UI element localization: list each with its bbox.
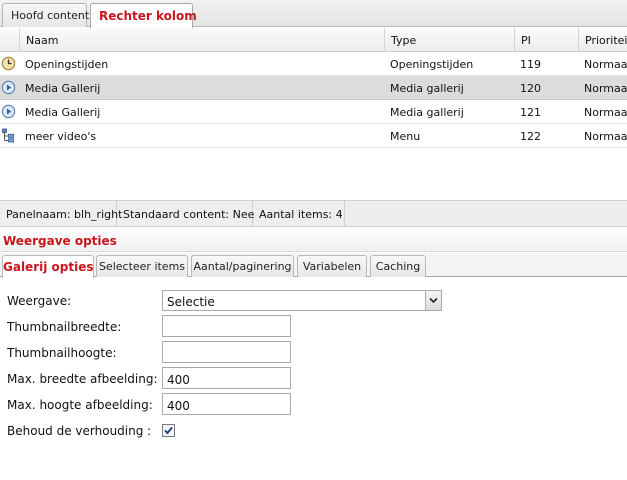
cell-prioriteit: Normaal — [584, 58, 627, 71]
cell-pi: 119 — [520, 58, 541, 71]
form-row-max-hoogte: Max. hoogte afbeelding: — [0, 393, 627, 417]
header-type[interactable]: Type — [384, 28, 514, 52]
weergave-select[interactable]: Selectie — [162, 290, 442, 311]
cell-type: Media gallerij — [390, 82, 464, 95]
tab-variabelen[interactable]: Variabelen — [297, 255, 367, 277]
cell-prioriteit: Normaal — [584, 106, 627, 119]
max-hoogte-label: Max. hoogte afbeelding: — [7, 398, 153, 412]
cell-type: Openingstijden — [390, 58, 474, 71]
status-standaard-content: Standaard content: Nee — [117, 201, 254, 227]
cell-pi: 121 — [520, 106, 541, 119]
cell-naam: Openingstijden — [25, 58, 109, 71]
max-breedte-label: Max. breedte afbeelding: — [7, 372, 158, 386]
weergave-label: Weergave: — [7, 294, 72, 308]
form-row-weergave: Weergave: Selectie — [0, 289, 627, 313]
max-breedte-input[interactable] — [162, 367, 291, 389]
clock-icon — [1, 56, 16, 71]
tab-aantal-paginering[interactable]: Aantal/paginering — [191, 255, 294, 277]
tab-caching[interactable]: Caching — [370, 255, 426, 277]
tab-rechter-kolom[interactable]: Rechter kolom — [90, 3, 197, 28]
max-hoogte-input[interactable] — [162, 393, 291, 415]
play-icon — [1, 80, 16, 95]
behoud-verhouding-label: Behoud de verhouding : — [7, 424, 152, 438]
thumbnailhoogte-label: Thumbnailhoogte: — [7, 346, 117, 360]
checkmark-icon — [164, 426, 173, 435]
header-pi[interactable]: PI — [514, 28, 578, 52]
thumbnailhoogte-input[interactable] — [162, 341, 291, 363]
table-row[interactable]: Media Gallerij Media gallerij 120 Normaa… — [0, 76, 627, 100]
status-panelnaam: Panelnaam: blh_right — [0, 201, 122, 227]
weergave-selected-value: Selectie — [167, 295, 215, 309]
cell-naam: Media Gallerij — [25, 106, 101, 119]
section-title: Weergave opties — [0, 228, 627, 252]
cell-pi: 122 — [520, 130, 541, 143]
form-row-thumbnailbreedte: Thumbnailbreedte: — [0, 315, 627, 339]
cell-naam: Media Gallerij — [25, 82, 101, 95]
header-naam[interactable]: Naam — [19, 28, 385, 52]
status-bar: Panelnaam: blh_right Standaard content: … — [0, 201, 627, 227]
status-aantal-items: Aantal items: 4 — [253, 201, 345, 227]
top-tab-bar: Hoofd content Rechter kolom — [0, 0, 627, 28]
table-row[interactable]: meer video's Menu 122 Normaal — [0, 124, 627, 148]
form-row-behoud-verhouding: Behoud de verhouding : — [0, 419, 627, 443]
behoud-verhouding-checkbox[interactable] — [162, 424, 175, 437]
menu-tree-icon — [1, 128, 16, 143]
play-icon — [1, 104, 16, 119]
tab-galerij-opties[interactable]: Galerij opties — [2, 255, 94, 278]
thumbnailbreedte-input[interactable] — [162, 315, 291, 337]
cell-type: Media gallerij — [390, 106, 464, 119]
cell-naam: meer video's — [25, 130, 97, 143]
thumbnailbreedte-label: Thumbnailbreedte: — [7, 320, 122, 334]
form-row-thumbnailhoogte: Thumbnailhoogte: — [0, 341, 627, 365]
options-tab-bar: Galerij opties Selecteer items Aantal/pa… — [0, 253, 627, 278]
table-empty-area — [0, 149, 627, 201]
table-row[interactable]: Openingstijden Openingstijden 119 Normaa… — [0, 52, 627, 76]
chevron-down-icon[interactable] — [425, 291, 441, 310]
cell-type: Menu — [390, 130, 421, 143]
cell-pi: 120 — [520, 82, 541, 95]
form-row-max-breedte: Max. breedte afbeelding: — [0, 367, 627, 391]
tab-selecteer-items[interactable]: Selecteer items — [96, 255, 188, 277]
header-prioriteit[interactable]: Prioriteit — [578, 28, 627, 52]
cell-prioriteit: Normaal — [584, 82, 627, 95]
header-icon-column — [0, 28, 19, 52]
tab-hoofd-content[interactable]: Hoofd content — [2, 3, 89, 27]
table-header: Naam Type PI Prioriteit — [0, 28, 627, 52]
cell-prioriteit: Normaal — [584, 130, 627, 143]
table-row[interactable]: Media Gallerij Media gallerij 121 Normaa… — [0, 100, 627, 124]
